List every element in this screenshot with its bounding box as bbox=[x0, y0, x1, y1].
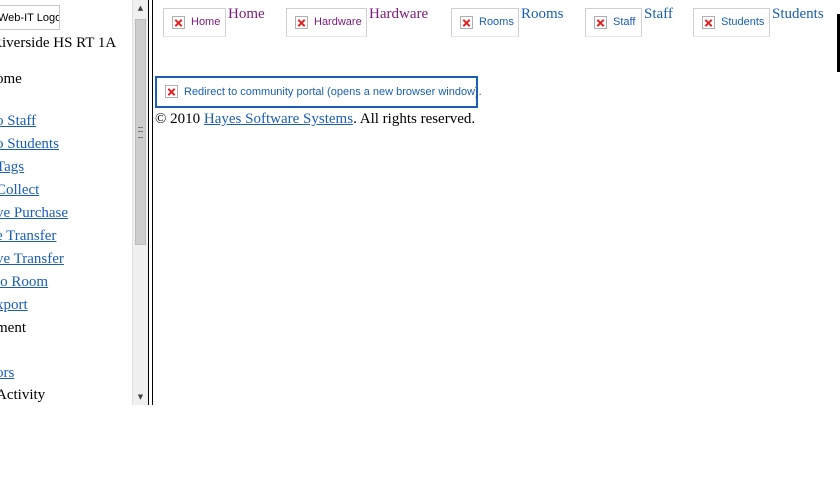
scrollbar-grip-icon bbox=[138, 127, 143, 138]
sidebar-link-transfer[interactable]: e Transfer bbox=[0, 228, 56, 244]
sidebar-item-vendors[interactable]: ors bbox=[0, 364, 14, 382]
tab-students-image[interactable]: Students bbox=[693, 8, 770, 37]
sidebar-item-collect[interactable]: Collect bbox=[0, 181, 39, 199]
tab-staff-alt-text: Staff bbox=[613, 16, 636, 28]
main-content-frame: Home Home Hardware Hardware Rooms Rooms … bbox=[153, 0, 840, 483]
sidebar-item-activity: Activity bbox=[0, 386, 45, 404]
sidebar-item-label: ment bbox=[0, 320, 26, 336]
broken-image-icon bbox=[295, 16, 308, 29]
sidebar-link-purchase[interactable]: ve Purchase bbox=[0, 205, 68, 221]
logo-alt-text: Web-IT Logo bbox=[0, 12, 60, 24]
sidebar-link-tags[interactable]: Tags bbox=[0, 159, 24, 175]
sidebar-item-label: ome bbox=[0, 71, 22, 87]
tab-students-alt-text: Students bbox=[721, 16, 765, 28]
tab-hardware-image[interactable]: Hardware bbox=[286, 8, 367, 37]
web-it-logo-image[interactable]: Web-IT Logo bbox=[0, 5, 60, 30]
left-navigation-frame: Web-IT Logo Riverside HS RT 1A ome o Sta… bbox=[0, 0, 148, 405]
tab-staff-label[interactable]: Staff bbox=[644, 6, 673, 23]
left-frame-content: Web-IT Logo Riverside HS RT 1A ome o Sta… bbox=[0, 0, 132, 405]
left-frame-scrollbar[interactable]: ▲ ▼ bbox=[132, 0, 148, 405]
school-name: Riverside HS RT 1A bbox=[0, 35, 117, 51]
sidebar-link-export[interactable]: xport bbox=[0, 297, 28, 313]
scroll-down-arrow-icon[interactable]: ▼ bbox=[133, 389, 148, 405]
redirect-alt-text: Redirect to community portal (opens a ne… bbox=[184, 86, 482, 98]
tab-rooms-label[interactable]: Rooms bbox=[521, 6, 564, 23]
company-link[interactable]: Hayes Software Systems bbox=[204, 111, 353, 127]
scrollbar-thumb[interactable] bbox=[135, 19, 146, 245]
broken-image-icon bbox=[165, 85, 178, 98]
tab-rooms-alt-text: Rooms bbox=[479, 16, 514, 28]
tab-home-label[interactable]: Home bbox=[228, 6, 265, 23]
sidebar-item-transfer-2[interactable]: ve Transfer bbox=[0, 250, 64, 268]
sidebar-item-students[interactable]: o Students bbox=[0, 135, 59, 153]
sidebar-link-transfer-2[interactable]: ve Transfer bbox=[0, 251, 64, 267]
sidebar-item-home: ome bbox=[0, 70, 22, 88]
broken-image-icon bbox=[594, 16, 607, 29]
scroll-up-arrow-icon[interactable]: ▲ bbox=[133, 0, 148, 16]
copyright-suffix: . All rights reserved. bbox=[353, 111, 476, 127]
community-portal-redirect-link[interactable]: Redirect to community portal (opens a ne… bbox=[155, 76, 482, 108]
broken-image-icon bbox=[172, 16, 185, 29]
sidebar-link-collect[interactable]: Collect bbox=[0, 182, 39, 198]
sidebar-link-students[interactable]: o Students bbox=[0, 136, 59, 152]
broken-image-icon bbox=[460, 16, 473, 29]
sidebar-item-staff[interactable]: o Staff bbox=[0, 112, 36, 130]
tab-hardware-alt-text: Hardware bbox=[314, 16, 362, 28]
sidebar-item-label: Activity bbox=[0, 387, 46, 403]
tab-staff-image[interactable]: Staff bbox=[585, 8, 642, 37]
tab-rooms-image[interactable]: Rooms bbox=[451, 8, 519, 37]
sidebar-link-staff[interactable]: o Staff bbox=[0, 113, 36, 129]
sidebar-item-management: ment bbox=[0, 319, 26, 337]
sidebar-item-transfer[interactable]: e Transfer bbox=[0, 227, 56, 245]
tab-home-alt-text: Home bbox=[191, 16, 221, 28]
sidebar-link-to-room[interactable]: to Room bbox=[0, 274, 48, 290]
sidebar-item-tags[interactable]: Tags bbox=[0, 158, 24, 176]
copyright-footer: © 2010 Hayes Software Systems. All right… bbox=[155, 111, 475, 128]
sidebar-item-purchase[interactable]: ve Purchase bbox=[0, 204, 68, 222]
copyright-prefix: © 2010 bbox=[155, 111, 204, 127]
tab-hardware-label[interactable]: Hardware bbox=[369, 6, 428, 23]
broken-image-icon bbox=[702, 16, 715, 29]
sidebar-item-to-room[interactable]: to Room bbox=[0, 273, 48, 291]
tab-home-image[interactable]: Home bbox=[163, 8, 226, 37]
sidebar-link-vendors[interactable]: ors bbox=[0, 365, 14, 381]
sidebar-item-export[interactable]: xport bbox=[0, 296, 28, 314]
tab-students-label[interactable]: Students bbox=[772, 6, 824, 23]
